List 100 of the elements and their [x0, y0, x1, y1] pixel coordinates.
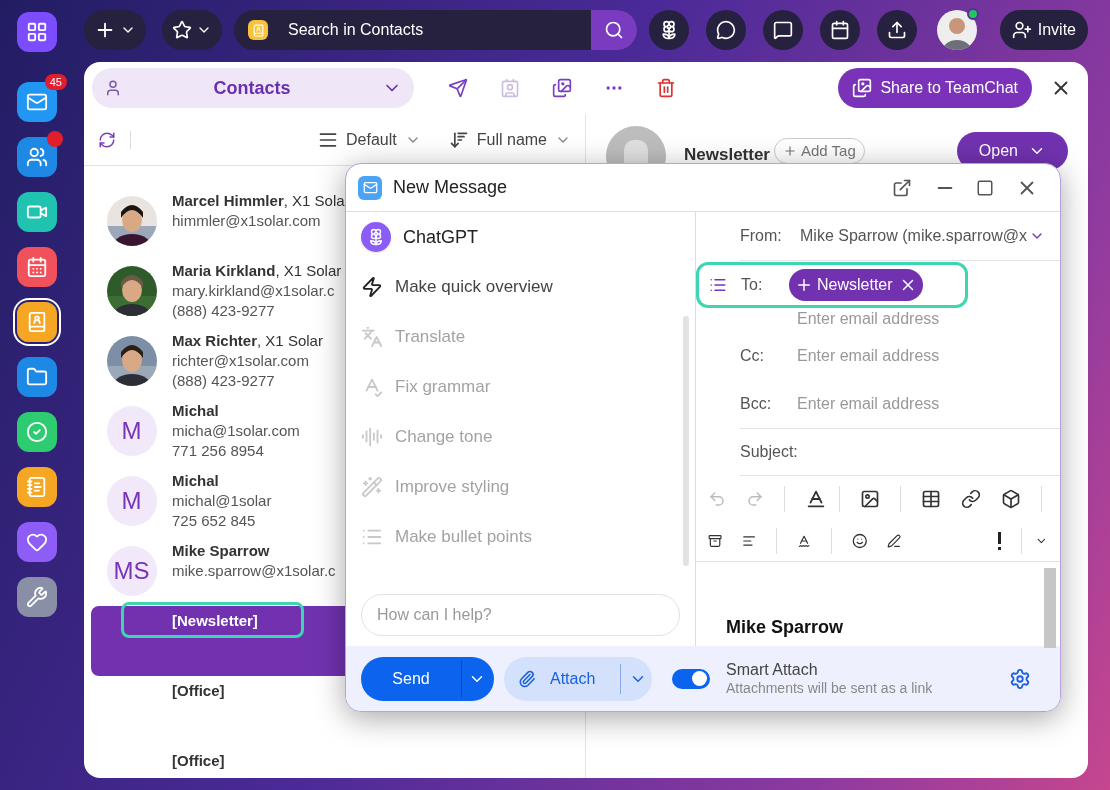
contact-detail: mike.sparrow@x1solar.c	[172, 561, 336, 581]
contact-group-row[interactable]: [Office]	[91, 746, 578, 778]
translate-icon	[361, 326, 383, 348]
sender-field[interactable]: Mike Sparrow (mike.sparrow@x	[800, 224, 1027, 248]
contact-detail: 771 256 8954	[172, 441, 265, 461]
dock-item[interactable]	[17, 467, 57, 507]
pop-out-icon[interactable]	[892, 177, 912, 198]
search-bar[interactable]: Search in Contacts	[234, 10, 637, 50]
maximize-icon[interactable]	[976, 178, 994, 197]
link-icon[interactable]	[961, 488, 981, 509]
dock-item[interactable]	[17, 247, 57, 287]
plus-icon	[795, 276, 813, 294]
contact-name: Michal	[172, 471, 220, 491]
bcc-label: Bcc:	[740, 394, 773, 414]
contact-detail: 725 652 845	[172, 511, 257, 531]
unread-badge: 45	[44, 74, 67, 90]
dock-item[interactable]	[17, 12, 57, 52]
bcc-field[interactable]: Enter email address	[797, 392, 1060, 416]
contact-name: Marcel Himmler, X1 Sola	[172, 191, 345, 211]
contact-name: Mike Sparrow	[172, 541, 271, 561]
lightning-icon	[361, 276, 383, 298]
pen-icon[interactable]	[887, 531, 902, 551]
table-icon[interactable]	[921, 488, 941, 509]
box-icon[interactable]	[1001, 488, 1021, 509]
people-icon	[17, 137, 57, 177]
contact-detail: richter@x1solar.com	[172, 351, 310, 371]
contact-detail: michal@1solar	[172, 491, 272, 511]
assistant-title: ChatGPT	[403, 225, 479, 249]
send-icon[interactable]	[446, 76, 470, 100]
dock-item[interactable]	[17, 137, 57, 177]
gallery-icon	[852, 78, 873, 98]
magic-wand-icon	[361, 476, 383, 498]
contact-detail: himmler@x1solar.com	[172, 211, 322, 231]
video-camera-icon	[17, 192, 57, 232]
add-user-icon	[1011, 20, 1032, 40]
priority-icon[interactable]	[997, 532, 1001, 550]
send-button[interactable]: Send	[361, 656, 494, 701]
upload-icon[interactable]	[877, 10, 917, 50]
contact-detail: (888) 423-9277	[172, 371, 276, 391]
from-label: From:	[740, 226, 783, 246]
signature-name: Mike Sparrow	[726, 616, 844, 639]
paperclip-icon	[518, 669, 536, 688]
speech-bubble-icon[interactable]	[763, 10, 803, 50]
dialog-title: New Message	[393, 176, 508, 199]
favorites-button[interactable]	[162, 10, 222, 50]
gallery-icon[interactable]	[550, 76, 574, 100]
share-to-teamchat-button[interactable]: Share to TeamChat	[838, 68, 1032, 108]
add-button[interactable]	[84, 10, 146, 50]
image-icon[interactable]	[860, 488, 880, 509]
cc-field[interactable]: Enter email address	[797, 344, 1060, 368]
recipient-list-icon[interactable]	[709, 276, 727, 294]
contact-name: [Office]	[172, 751, 225, 771]
avatar-icon[interactable]	[937, 10, 977, 50]
contact-detail: mary.kirkland@x1solar.c	[172, 281, 336, 301]
initials-avatar: MS	[106, 546, 157, 596]
dock-item[interactable]	[17, 357, 57, 397]
view-dropdown[interactable]: Default	[318, 127, 421, 152]
recipient-chip[interactable]: Newsletter	[789, 269, 923, 301]
contact-title: Newsletter	[684, 144, 770, 166]
person-icon	[104, 79, 122, 97]
invite-button[interactable]: Invite	[999, 10, 1088, 50]
sound-wave-icon	[361, 426, 383, 448]
dock-item[interactable]	[17, 412, 57, 452]
contact-name: Michal	[172, 401, 220, 421]
calendar-icon[interactable]	[820, 10, 860, 50]
prompt-field[interactable]: How can I help?	[361, 594, 680, 636]
mail-icon	[358, 175, 382, 200]
initials-avatar: M	[106, 476, 157, 526]
settings-icon[interactable]	[1009, 667, 1031, 690]
apps-grid-icon	[17, 12, 57, 52]
dock-item[interactable]	[17, 522, 57, 562]
folder-icon	[17, 357, 57, 397]
smart-attach-toggle[interactable]	[672, 668, 710, 689]
plus-icon	[783, 144, 797, 158]
search-field[interactable]: Search in Contacts	[288, 18, 591, 42]
heart-icon	[17, 522, 57, 562]
assistant-logo-icon	[361, 222, 391, 252]
to-label: To:	[741, 275, 764, 295]
refresh-icon[interactable]	[98, 130, 131, 149]
calendar-icon	[17, 247, 57, 287]
contacts-dropdown[interactable]: Contacts	[92, 68, 414, 108]
star-icon	[172, 20, 192, 40]
notebook-icon	[17, 467, 57, 507]
to-field[interactable]: Enter email address	[797, 309, 1060, 329]
subject-label: Subject:	[740, 442, 798, 462]
flower-logo-icon[interactable]	[649, 10, 689, 50]
tools-icon	[17, 577, 57, 617]
address-book-icon	[17, 302, 57, 342]
chat-bubble-icon[interactable]	[706, 10, 746, 50]
smart-attach-title: Smart Attach	[726, 659, 819, 679]
dock-item[interactable]	[17, 577, 57, 617]
search-button[interactable]	[591, 10, 637, 50]
attach-button[interactable]: Attach	[504, 656, 652, 701]
search-icon	[604, 20, 624, 40]
contact-name: Maria Kirkland, X1 Solar	[172, 261, 342, 281]
sort-dropdown[interactable]: Full name	[448, 127, 571, 152]
dock-item[interactable]	[17, 192, 57, 232]
assistant-action[interactable]: Make quick overview	[346, 262, 676, 312]
contact-detail: micha@1solar.com	[172, 421, 300, 441]
contact-detail: (888) 423-9277	[172, 301, 276, 321]
